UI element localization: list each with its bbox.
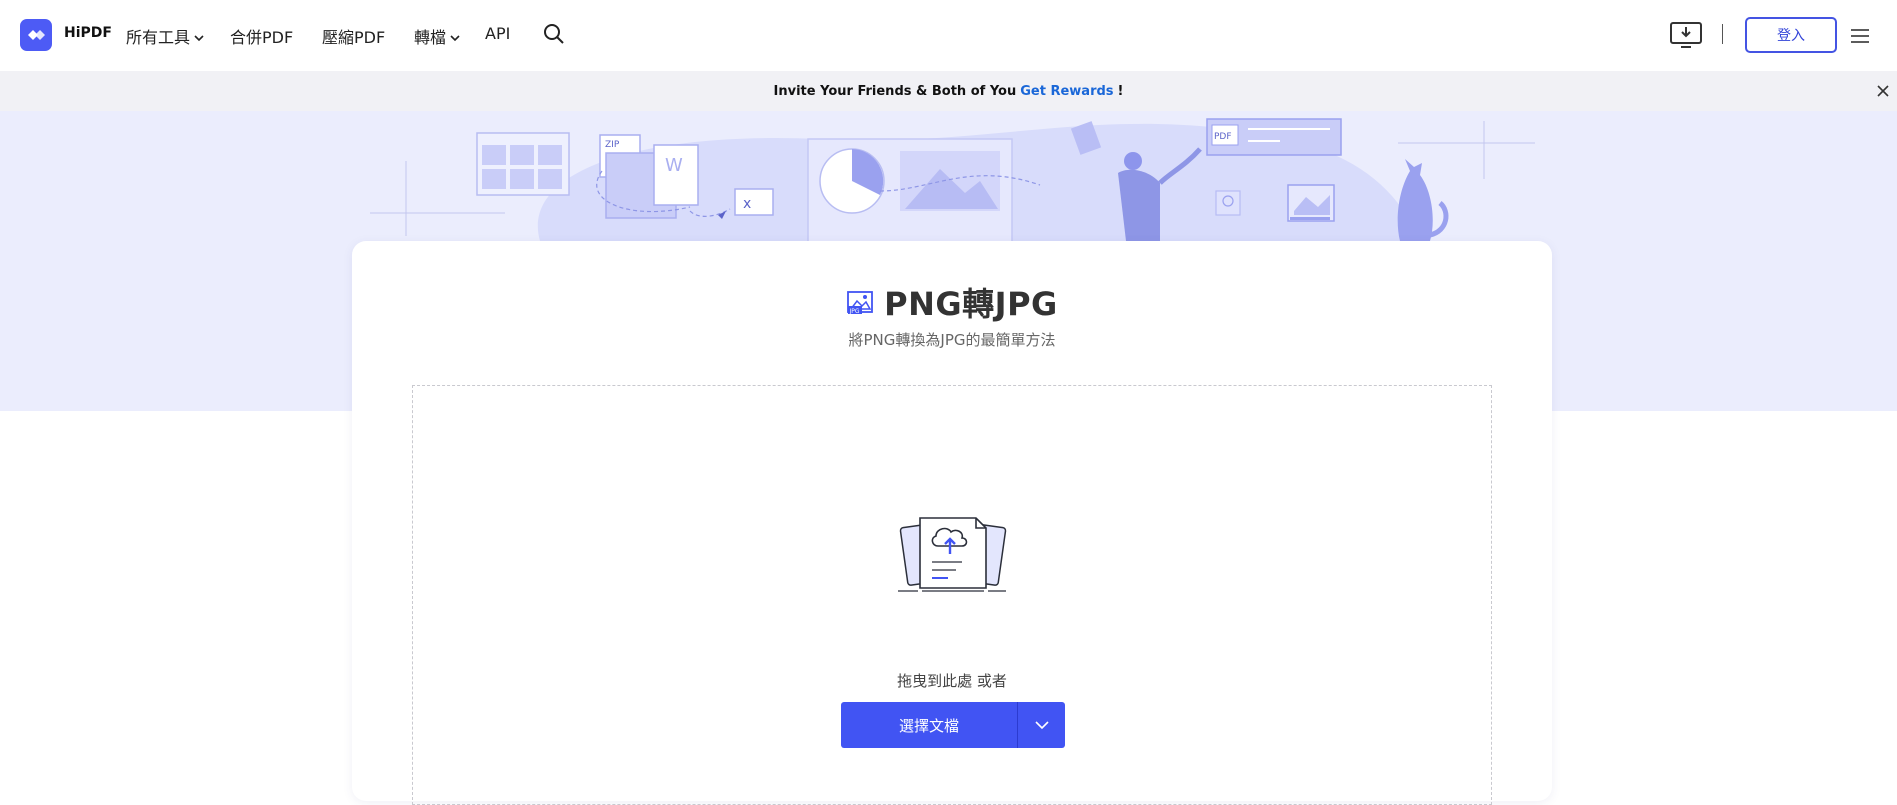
title-row: JPG PNG轉JPG	[352, 279, 1552, 325]
login-button[interactable]: 登入	[1745, 17, 1837, 53]
image-jpg-icon: JPG	[847, 291, 874, 315]
nav-convert[interactable]: 轉檔	[414, 24, 460, 48]
nav-all-tools[interactable]: 所有工具	[126, 24, 204, 48]
hero-illustration: ZIP W x PDF	[370, 118, 1535, 241]
svg-text:JPG: JPG	[849, 308, 860, 315]
nav-api[interactable]: API	[485, 24, 510, 43]
nav-all-tools-label: 所有工具	[126, 28, 191, 47]
file-drop-zone[interactable]: 拖曳到此處 或者 選擇文檔	[412, 385, 1492, 805]
nav-compress-pdf-label: 壓縮PDF	[322, 28, 386, 47]
svg-text:W: W	[665, 155, 683, 176]
top-navigation-bar: HiPDF 所有工具 合併PDF 壓縮PDF 轉檔 API 登入	[0, 0, 1897, 71]
get-rewards-link[interactable]: Get Rewards	[1020, 84, 1113, 99]
referral-banner: Invite Your Friends & Both of You Get Re…	[0, 71, 1897, 111]
header-divider	[1722, 24, 1723, 44]
hamburger-menu-icon[interactable]	[1851, 28, 1869, 44]
cloud-upload-icon	[898, 517, 1007, 592]
choose-file-button-group: 選擇文檔	[841, 702, 1065, 748]
page-title: PNG轉JPG	[884, 285, 1058, 323]
nav-api-label: API	[485, 24, 511, 43]
banner-suffix: !	[1117, 83, 1124, 99]
page-subtitle: 將PNG轉換為JPG的最簡單方法	[848, 331, 1056, 349]
download-icon[interactable]	[1670, 22, 1702, 48]
chevron-down-icon	[450, 34, 460, 41]
svg-text:ZIP: ZIP	[605, 140, 620, 150]
drag-drop-hint: 拖曳到此處 或者	[897, 672, 1007, 690]
chevron-down-icon	[1034, 721, 1049, 730]
nav-merge-pdf[interactable]: 合併PDF	[230, 24, 293, 48]
hipdf-logo-icon[interactable]	[20, 19, 52, 51]
chevron-down-icon	[194, 34, 204, 41]
nav-merge-pdf-label: 合併PDF	[230, 28, 294, 47]
close-icon[interactable]	[1876, 84, 1890, 98]
nav-compress-pdf[interactable]: 壓縮PDF	[322, 24, 385, 48]
search-icon[interactable]	[543, 23, 565, 45]
banner-text: Invite Your Friends & Both of You	[773, 83, 1017, 99]
svg-text:PDF: PDF	[1214, 132, 1232, 142]
logo-text[interactable]: HiPDF	[64, 25, 112, 41]
nav-convert-label: 轉檔	[414, 28, 447, 47]
converter-card: JPG PNG轉JPG 將PNG轉換為JPG的最簡單方法 拖曳到此處 或者 選擇…	[352, 241, 1552, 805]
choose-file-dropdown[interactable]	[1018, 702, 1065, 748]
svg-text:x: x	[743, 196, 751, 212]
choose-file-button[interactable]: 選擇文檔	[841, 702, 1017, 748]
